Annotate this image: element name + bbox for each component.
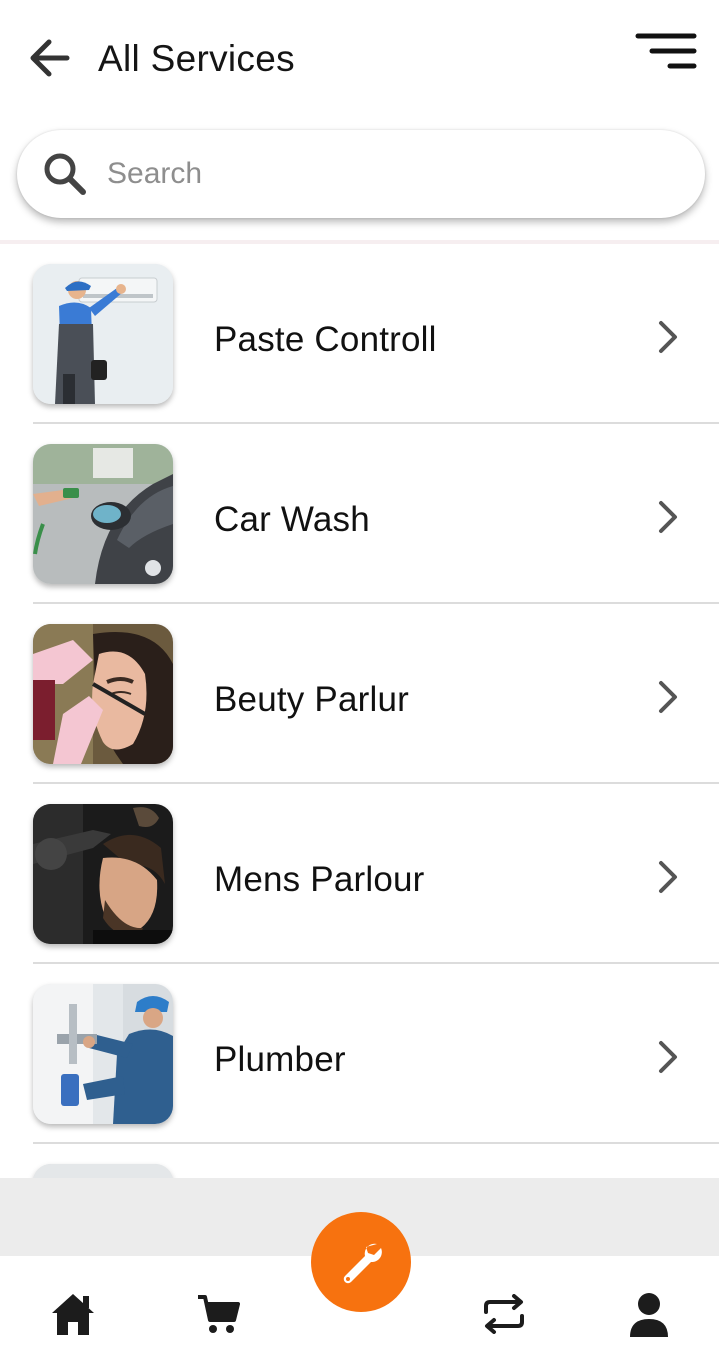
search-icon bbox=[44, 153, 86, 195]
barber-styling-hair-photo bbox=[33, 804, 173, 944]
eyebrow-treatment-photo bbox=[33, 624, 173, 764]
service-list: Paste Controll Car Wash Beuty Parlur Men… bbox=[0, 244, 719, 1178]
nav-services-button[interactable] bbox=[311, 1212, 411, 1312]
list-item-mens-parlour[interactable]: Mens Parlour bbox=[33, 784, 719, 964]
search-input[interactable] bbox=[107, 148, 667, 200]
list-item-car-wash[interactable]: Car Wash bbox=[33, 424, 719, 604]
technician-repairing-ac-photo bbox=[33, 264, 173, 404]
chevron-right-icon bbox=[659, 861, 677, 893]
plumber-fixing-pipes-photo bbox=[33, 984, 173, 1124]
service-label: Car Wash bbox=[214, 500, 370, 539]
service-label: Plumber bbox=[214, 1040, 346, 1079]
list-item-plumber[interactable]: Plumber bbox=[33, 964, 719, 1144]
wrench-icon bbox=[343, 1243, 382, 1284]
search-bar[interactable] bbox=[17, 130, 705, 218]
car-washing-photo bbox=[33, 444, 173, 584]
nav-cart-button[interactable] bbox=[188, 1284, 248, 1344]
app-header: All Services bbox=[0, 0, 719, 120]
chevron-right-icon bbox=[659, 1041, 677, 1073]
list-item-paste-controll[interactable]: Paste Controll bbox=[33, 244, 719, 424]
page-title: All Services bbox=[98, 38, 295, 79]
all-services-screen: All Services Search Paste Controll Car W… bbox=[0, 0, 719, 1364]
service-label: Paste Controll bbox=[214, 320, 437, 359]
list-item-partial[interactable] bbox=[33, 1144, 719, 1178]
cart-icon bbox=[198, 1295, 240, 1333]
service-label: Beuty Parlur bbox=[214, 680, 409, 719]
sort-menu-icon bbox=[635, 33, 697, 69]
chevron-right-icon bbox=[659, 681, 677, 713]
arrow-left-icon bbox=[30, 39, 70, 77]
nav-profile-button[interactable] bbox=[619, 1284, 679, 1344]
home-icon bbox=[52, 1294, 94, 1335]
nav-home-button[interactable] bbox=[43, 1284, 103, 1344]
menu-button[interactable] bbox=[634, 30, 698, 74]
back-button[interactable] bbox=[28, 36, 72, 80]
nav-orders-button[interactable] bbox=[474, 1284, 534, 1344]
chevron-right-icon bbox=[659, 501, 677, 533]
service-photo bbox=[33, 1164, 173, 1178]
service-label: Mens Parlour bbox=[214, 860, 425, 899]
repeat-icon bbox=[484, 1294, 524, 1334]
list-item-beuty-parlur[interactable]: Beuty Parlur bbox=[33, 604, 719, 784]
user-icon bbox=[630, 1293, 668, 1337]
chevron-right-icon bbox=[659, 321, 677, 353]
